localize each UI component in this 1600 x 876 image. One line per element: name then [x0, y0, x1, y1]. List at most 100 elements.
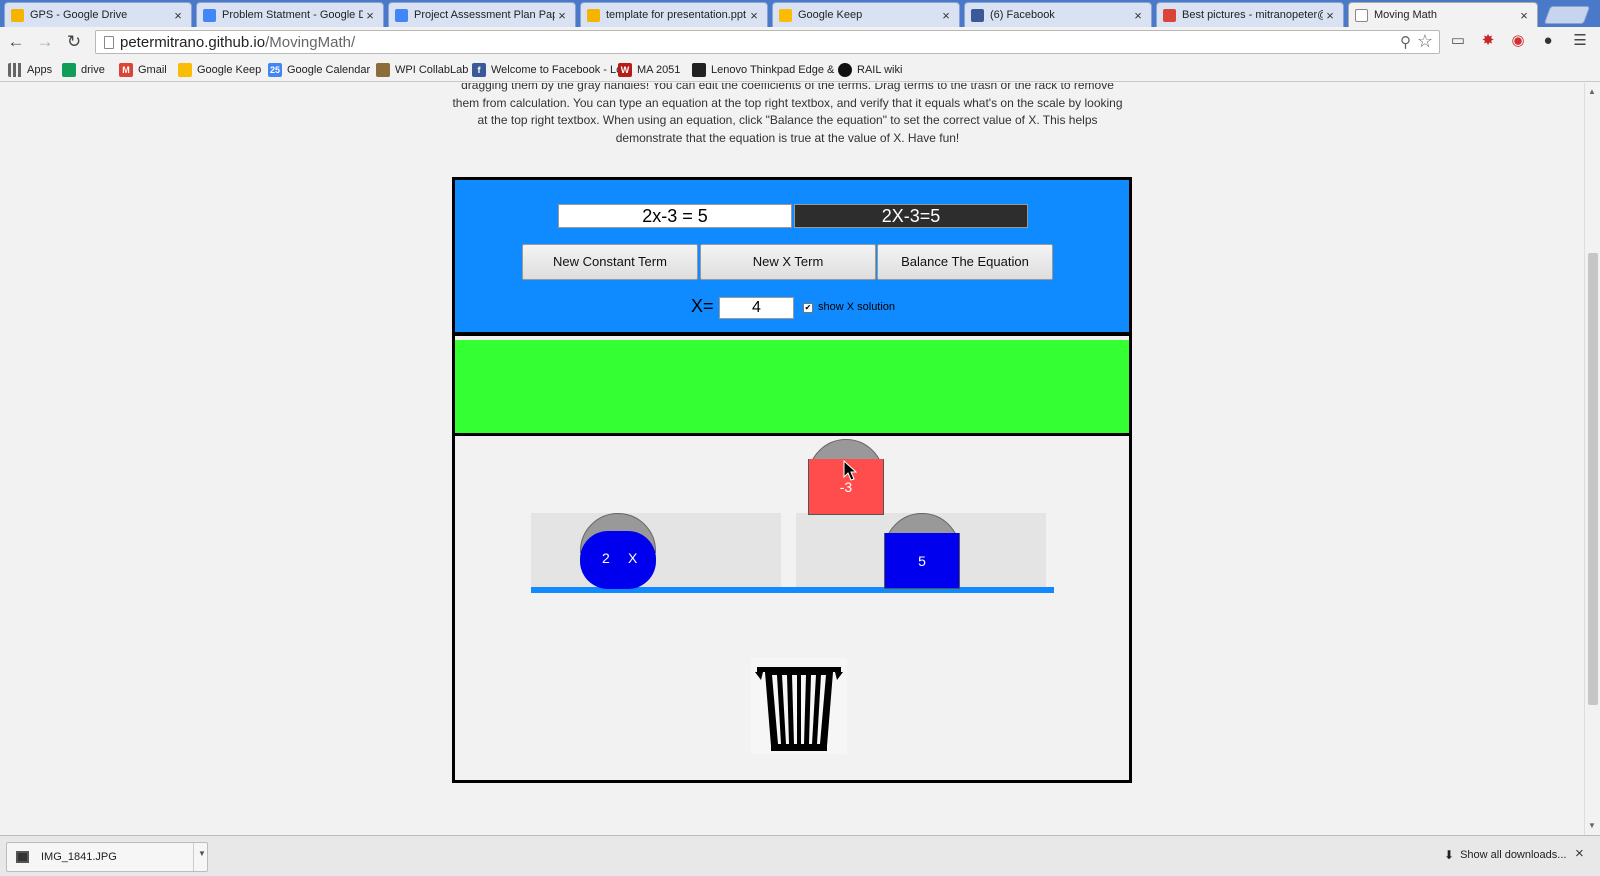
gmail-icon: [1163, 8, 1176, 22]
x-value-input[interactable]: 4: [719, 297, 794, 319]
control-panel: 2x-3 = 5 2X-3=5 New Constant Term New X …: [455, 180, 1129, 336]
bookmark-gmail[interactable]: M Gmail: [119, 61, 167, 78]
mouse-cursor-icon: [843, 459, 858, 487]
facebook-icon: [971, 8, 984, 22]
extension-gear-icon[interactable]: ✸: [1478, 31, 1498, 51]
bookmark-facebook[interactable]: f Welcome to Facebook - Lo: [472, 61, 622, 78]
close-icon[interactable]: ×: [939, 8, 953, 23]
google-docs-icon: [203, 8, 216, 22]
tab-label: Project Assessment Plan Pape: [414, 9, 555, 21]
address-bar[interactable]: petermitrano.github.io/MovingMath/ ⚲ ☆: [95, 30, 1440, 54]
scale-area: 2 X 5 -3: [455, 439, 1129, 780]
document-icon: [692, 62, 706, 77]
close-icon[interactable]: ×: [747, 8, 761, 23]
bookmark-apps[interactable]: Apps: [8, 61, 52, 78]
bookmark-label: Google Keep: [197, 63, 262, 76]
google-keep-icon: [779, 8, 792, 22]
balance-equation-button[interactable]: Balance The Equation: [877, 244, 1053, 280]
bookmark-label: Lenovo Thinkpad Edge &: [711, 63, 835, 76]
bookmark-label: MA 2051: [637, 63, 681, 76]
tab-project-assessment-plan[interactable]: Project Assessment Plan Pape ×: [388, 2, 576, 27]
page-content: dragging them by the gray handles! You c…: [0, 83, 1584, 835]
show-solution-label: show X solution: [818, 301, 896, 313]
show-all-label: Show all downloads...: [1460, 849, 1567, 861]
tab-label: Best pictures - mitranopeter@: [1182, 9, 1323, 21]
close-icon[interactable]: ×: [1517, 8, 1531, 23]
cast-icon[interactable]: ▭: [1448, 31, 1468, 51]
tab-moving-math[interactable]: Moving Math ×: [1348, 2, 1538, 27]
download-item[interactable]: IMG_1841.JPG ▼: [6, 842, 208, 872]
equation-display: 2X-3=5: [794, 204, 1028, 228]
constant-term-value[interactable]: 5: [918, 553, 926, 569]
back-arrow-icon[interactable]: ←: [5, 31, 27, 53]
show-solution-checkbox[interactable]: ✔: [803, 303, 813, 313]
bookmark-label: drive: [81, 63, 105, 76]
bookmark-drive[interactable]: drive: [62, 61, 105, 78]
calendar-icon: 25: [268, 62, 282, 77]
trash-can-icon[interactable]: [751, 658, 847, 754]
x-term[interactable]: 2 X: [580, 513, 656, 589]
scroll-down-icon[interactable]: ▼: [1588, 821, 1596, 830]
term-rack[interactable]: [455, 340, 1129, 436]
divider: [193, 843, 194, 871]
apps-grid-icon: [8, 62, 22, 77]
instructions-line: them from calculation. You can type an e…: [452, 95, 1123, 110]
adblock-icon[interactable]: ◉: [1508, 31, 1528, 51]
chevron-down-icon[interactable]: ▼: [198, 849, 206, 858]
new-x-term-button[interactable]: New X Term: [700, 244, 876, 280]
browser-toolbar: ← → ↻ petermitrano.github.io/MovingMath/…: [0, 27, 1600, 57]
new-constant-term-button[interactable]: New Constant Term: [522, 244, 698, 280]
tab-gps-google-drive[interactable]: GPS - Google Drive ×: [4, 2, 192, 27]
tab-label: Moving Math: [1374, 9, 1437, 21]
vertical-scrollbar[interactable]: ▲ ▼: [1584, 83, 1600, 835]
show-all-downloads-link[interactable]: ⬇ Show all downloads...: [1444, 848, 1566, 862]
tab-label: template for presentation.ppt: [606, 9, 747, 21]
left-scale-pan[interactable]: [531, 513, 781, 589]
zoom-icon[interactable]: ⚲: [1400, 33, 1411, 51]
scrollbar-thumb[interactable]: [1588, 253, 1598, 705]
forward-arrow-icon[interactable]: →: [34, 31, 56, 53]
facebook-icon: f: [472, 62, 486, 77]
tab-facebook[interactable]: (6) Facebook ×: [964, 2, 1152, 27]
bookmark-star-icon[interactable]: ☆: [1417, 31, 1433, 52]
new-tab-button[interactable]: [1543, 6, 1591, 24]
bookmark-google-keep[interactable]: Google Keep: [178, 61, 261, 78]
reload-icon[interactable]: ↻: [63, 31, 85, 53]
x-term-coefficient[interactable]: 2: [602, 550, 610, 566]
bookmark-label: RAIL wiki: [857, 63, 903, 76]
download-filename: IMG_1841.JPG: [41, 851, 117, 863]
tab-label: GPS - Google Drive: [30, 9, 128, 21]
tab-template-presentation[interactable]: template for presentation.ppt ×: [580, 2, 768, 27]
download-shelf: IMG_1841.JPG ▼ ⬇ Show all downloads... ×: [0, 835, 1600, 876]
bookmark-label: Apps: [27, 63, 53, 76]
close-icon[interactable]: ×: [1575, 845, 1584, 862]
close-icon[interactable]: ×: [171, 8, 185, 23]
tab-google-keep[interactable]: Google Keep ×: [772, 2, 960, 27]
menu-icon[interactable]: ☰: [1570, 31, 1590, 51]
extension-circle-icon[interactable]: ●: [1538, 31, 1558, 51]
close-icon[interactable]: ×: [1131, 8, 1145, 23]
google-slides-icon: [587, 8, 600, 22]
bookmark-google-calendar[interactable]: 25 Google Calendar: [268, 61, 370, 78]
bookmark-lenovo[interactable]: Lenovo Thinkpad Edge &: [692, 61, 834, 78]
bookmark-wpi-collablab[interactable]: WPI CollabLab: [376, 61, 468, 78]
bookmark-ma-2051[interactable]: W MA 2051: [618, 61, 680, 78]
equation-input[interactable]: 2x-3 = 5: [558, 204, 792, 228]
tab-problem-statement[interactable]: Problem Statment - Google D ×: [196, 2, 384, 27]
tab-label: Google Keep: [798, 9, 863, 21]
instructions-line: demonstrate that the equation is true at…: [615, 130, 960, 145]
google-drive-icon: [11, 8, 24, 22]
tab-gmail[interactable]: Best pictures - mitranopeter@ ×: [1156, 2, 1344, 27]
close-icon[interactable]: ×: [555, 8, 569, 23]
google-drive-icon: [62, 62, 76, 77]
scroll-up-icon[interactable]: ▲: [1588, 87, 1596, 96]
bookmark-rail-wiki[interactable]: RAIL wiki: [838, 61, 902, 78]
close-icon[interactable]: ×: [1323, 8, 1337, 23]
page-icon: [1355, 8, 1368, 22]
x-label: X=: [691, 296, 714, 316]
tab-strip: GPS - Google Drive × Problem Statment - …: [0, 0, 1600, 27]
page-icon: [104, 36, 114, 49]
close-icon[interactable]: ×: [363, 8, 377, 23]
constant-term-positive[interactable]: 5: [884, 513, 960, 589]
moving-math-app: 2x-3 = 5 2X-3=5 New Constant Term New X …: [452, 177, 1132, 783]
